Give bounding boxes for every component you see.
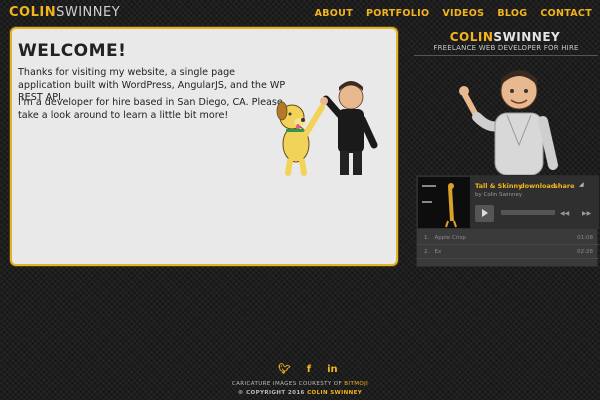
track-title[interactable]: Tall & Skinny — [475, 182, 522, 190]
sidebar-logo: COLINSWINNEY — [430, 30, 580, 44]
waving-caricature — [459, 70, 558, 175]
nav-videos[interactable]: VIDEOS — [442, 8, 484, 19]
seek-bar[interactable] — [501, 210, 555, 215]
copyright-text: © COPYRIGHT 2016 — [237, 390, 305, 396]
site-header: COLINSWINNEY ABOUT PORTFOLIO VIDEOS BLOG… — [0, 0, 600, 26]
sidebar-logo-first: COLIN — [449, 30, 494, 44]
location-paragraph: I'm a developer for hire based in San Di… — [18, 97, 283, 121]
download-link[interactable]: download — [520, 182, 555, 190]
previous-track-icon[interactable]: ◀◀ — [560, 210, 569, 217]
track-duration: 01:08 — [577, 235, 593, 241]
copyright-name: COLIN SWINNEY — [307, 390, 363, 396]
sidebar-logo-last: SWINNEY — [493, 30, 561, 44]
nav-blog[interactable]: BLOG — [497, 8, 527, 19]
site-logo[interactable]: COLINSWINNEY — [9, 5, 120, 20]
nav-portfolio[interactable]: PORTFOLIO — [366, 8, 429, 19]
track-artist[interactable]: by Colin Swinney — [475, 192, 522, 198]
share-link[interactable]: share — [554, 182, 575, 190]
play-button[interactable] — [475, 205, 494, 222]
welcome-heading: WELCOME! — [18, 41, 127, 61]
music-player: Tall & Skinny download share ◢ by Colin … — [416, 175, 599, 267]
linkedin-icon[interactable]: in — [327, 364, 338, 375]
track-number-name: 1. Apple Crisp — [424, 235, 466, 241]
album-art[interactable] — [418, 177, 470, 228]
image-credit: CARICATURE IMAGES COURESTY OF BITMOJI — [0, 381, 600, 387]
bitmoji-link[interactable]: BITMOJI — [344, 381, 368, 387]
credit-text: CARICATURE IMAGES COURESTY OF — [231, 381, 343, 387]
next-track-icon[interactable]: ▶▶ — [582, 210, 591, 217]
welcome-panel: WELCOME! Thanks for visiting my website,… — [10, 27, 398, 266]
nav-about[interactable]: ABOUT — [315, 8, 353, 19]
social-links: 🐦︎ f in — [278, 364, 338, 375]
track-list: 1. Apple Crisp 01:08 2. Ex 02:28 — [417, 231, 599, 259]
twitter-icon[interactable]: 🐦︎ — [278, 364, 291, 375]
album-giraffe-image — [418, 177, 470, 228]
copyright: © COPYRIGHT 2016 COLIN SWINNEY — [0, 390, 600, 396]
nav-contact[interactable]: CONTACT — [540, 8, 592, 19]
track-number-name: 2. Ex — [424, 249, 442, 255]
track-duration: 02:28 — [577, 249, 593, 255]
main-nav: ABOUT PORTFOLIO VIDEOS BLOG CONTACT — [315, 8, 592, 19]
track-row[interactable]: 2. Ex 02:28 — [417, 245, 599, 259]
logo-last-name: SWINNEY — [56, 5, 121, 20]
player-header: Tall & Skinny download share ◢ by Colin … — [417, 176, 599, 229]
dog-high-five-caricature — [276, 81, 378, 176]
logo-first-name: COLIN — [9, 5, 57, 20]
track-row[interactable]: 1. Apple Crisp 01:08 — [417, 231, 599, 245]
bandcamp-icon[interactable]: ◢ — [579, 181, 584, 188]
facebook-icon[interactable]: f — [307, 364, 311, 375]
